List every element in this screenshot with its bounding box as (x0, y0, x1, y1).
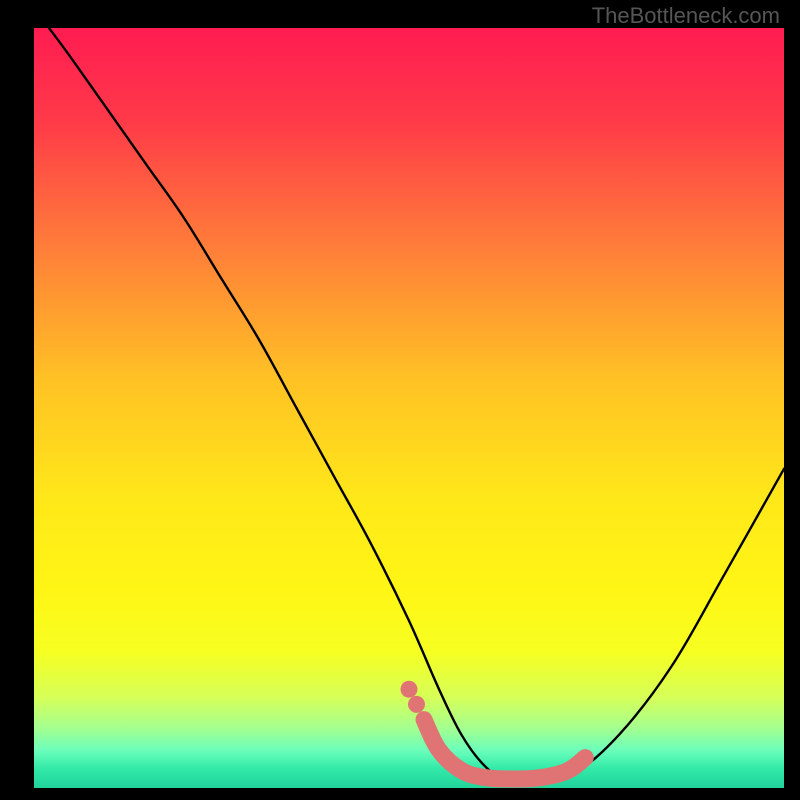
plot-area (34, 28, 784, 788)
chart-frame: TheBottleneck.com (0, 0, 800, 800)
bottleneck-curve (49, 28, 784, 782)
watermark-text: TheBottleneck.com (592, 3, 780, 29)
highlight-lead-dot (401, 681, 418, 698)
highlight-lead-dot (408, 696, 425, 713)
curve-layer (34, 28, 784, 788)
optimal-range-highlight (424, 720, 585, 779)
